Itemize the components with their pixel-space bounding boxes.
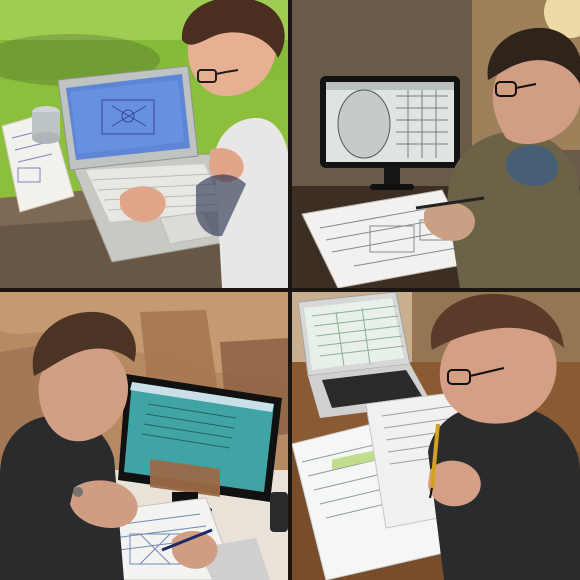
panel-ruins-monitor-writing bbox=[0, 292, 288, 580]
panel-outdoor-laptop-illustration bbox=[0, 0, 288, 288]
panel-indoor-monitor-sketching-illustration bbox=[292, 0, 580, 288]
speaker bbox=[270, 492, 288, 532]
panel-indoor-laptop-notebook bbox=[292, 292, 580, 580]
collage bbox=[0, 0, 580, 580]
panel-indoor-monitor-sketching bbox=[292, 0, 580, 288]
panel-indoor-laptop-notebook-illustration bbox=[292, 292, 580, 580]
watch-icon bbox=[73, 487, 83, 497]
panel-ruins-monitor-writing-illustration bbox=[0, 292, 288, 580]
panel-outdoor-laptop bbox=[0, 0, 288, 288]
monitor-stand bbox=[384, 168, 400, 186]
laptop-screen bbox=[304, 298, 404, 370]
